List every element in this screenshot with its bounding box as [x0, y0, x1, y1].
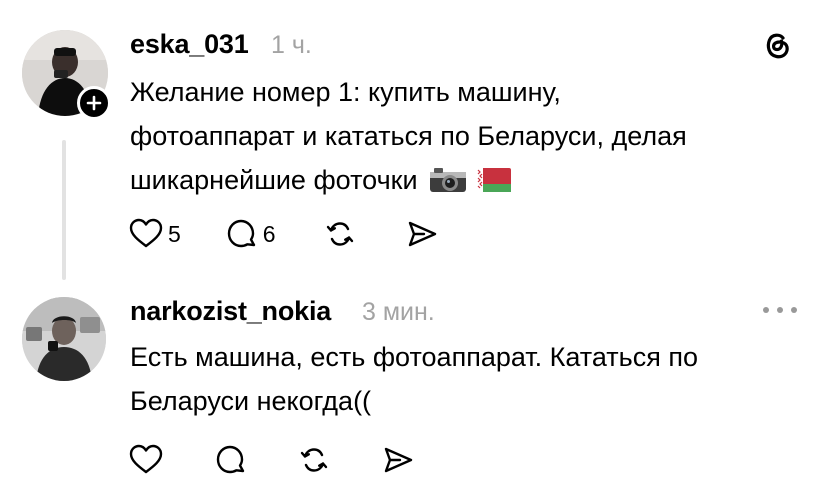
reply-button[interactable] — [212, 442, 248, 478]
comment-text: Есть машина, есть фотоаппарат. Кататься … — [130, 335, 698, 423]
share-icon — [408, 221, 436, 247]
follow-plus-icon — [86, 95, 102, 111]
repost-icon — [300, 448, 328, 472]
comment-icon — [216, 445, 245, 474]
repost-icon — [326, 222, 353, 246]
action-bar: 5 6 — [128, 214, 440, 254]
avatar[interactable] — [22, 297, 106, 381]
thread-line — [62, 140, 66, 280]
share-button[interactable] — [404, 216, 440, 252]
username[interactable]: eska_031 — [130, 29, 249, 60]
comment-line: фотоаппарат и кататься по Беларуси, дела… — [130, 121, 687, 151]
heart-icon — [129, 444, 163, 474]
like-button[interactable]: 5 — [128, 216, 181, 252]
repost-button[interactable] — [296, 442, 332, 478]
heart-icon — [129, 218, 163, 248]
timestamp: 1 ч. — [271, 31, 312, 59]
share-button[interactable] — [380, 442, 416, 478]
username[interactable]: narkozist_nokia — [130, 296, 331, 327]
action-bar — [128, 440, 416, 480]
comment-line: Желание номер 1: купить машину, — [130, 77, 561, 107]
comment-line: Есть машина, есть фотоаппарат. Кататься … — [130, 342, 698, 372]
repost-button[interactable] — [322, 216, 358, 252]
timestamp: 3 мин. — [362, 298, 435, 326]
share-icon — [384, 447, 413, 473]
follow-button[interactable] — [77, 86, 111, 120]
comment-line: Беларуси некогда(( — [130, 386, 372, 416]
like-button[interactable] — [128, 442, 164, 478]
more-dots-icon[interactable] — [763, 300, 797, 320]
comment-icon — [227, 219, 255, 248]
camera-emoji — [430, 168, 467, 192]
reply-button[interactable]: 6 — [223, 216, 276, 252]
comment-line: шикарнейшие фоточки — [130, 165, 418, 195]
comment-text: Желание номер 1: купить машину, фотоаппа… — [130, 70, 687, 202]
reply-count: 6 — [262, 220, 276, 247]
like-count: 5 — [168, 220, 181, 247]
belarus-flag-emoji — [476, 168, 511, 192]
threads-logo-icon[interactable] — [760, 28, 794, 67]
